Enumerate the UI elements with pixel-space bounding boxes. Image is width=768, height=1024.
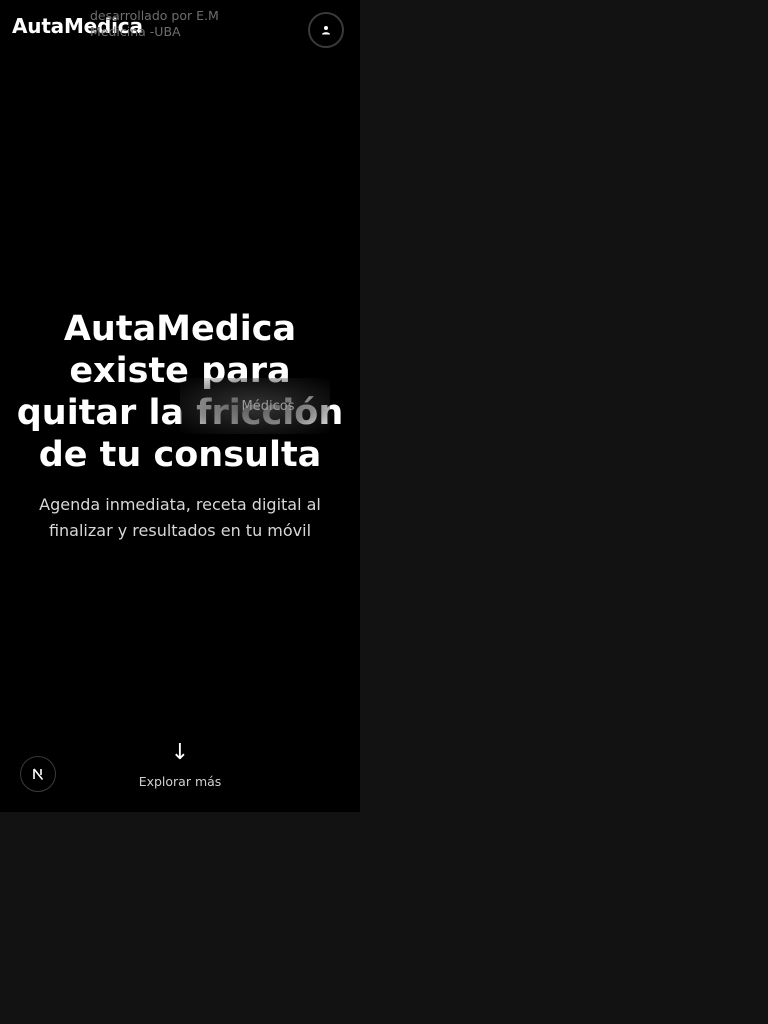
hero-title-line-4: de tu consulta: [38, 435, 322, 475]
nextjs-logo-icon: [33, 768, 44, 781]
user-account-button[interactable]: [308, 12, 344, 48]
user-icon: [322, 26, 330, 35]
hero-subtitle: Agenda inmediata, receta digital al fina…: [39, 495, 321, 540]
medicos-tag-label: Médicos: [241, 398, 295, 414]
medicos-floating-tag[interactable]: Médicos: [180, 378, 330, 434]
credit-text: desarrollado por E.M Medicina -UBA: [90, 8, 219, 39]
explore-more-button[interactable]: ↓ Explorar más: [120, 740, 240, 789]
app-viewport: AutaMedica desarrollado por E.M Medicina…: [0, 0, 360, 812]
arrow-down-icon: ↓: [170, 740, 190, 765]
nextjs-dev-badge[interactable]: [20, 756, 56, 792]
explore-more-label: Explorar más: [138, 774, 222, 789]
hero-title-line-1: AutaMedica: [63, 309, 297, 349]
